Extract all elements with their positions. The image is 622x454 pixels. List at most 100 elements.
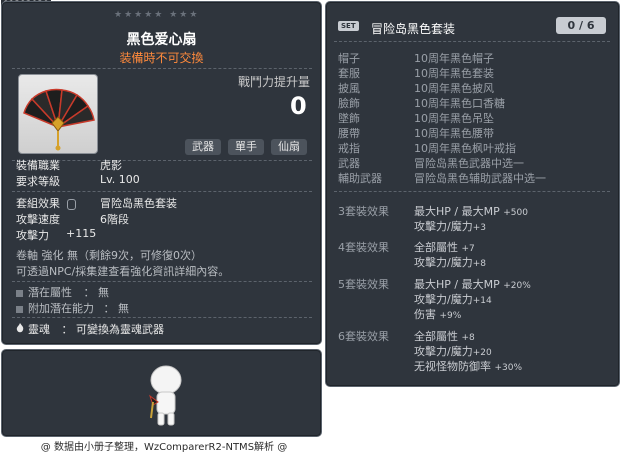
set-piece-slot: 墜飾 (338, 112, 360, 125)
set-piece-row: 腰帶 10周年黑色腰带 (338, 125, 494, 141)
soul-label: 靈魂 (28, 323, 50, 336)
bonus-text: 伤害 (414, 308, 436, 321)
set-piece-item: 10周年黑色枫叶戒指 (414, 142, 516, 155)
bonus-6-head: 6套裝效果 (338, 330, 389, 343)
star-force-stars: ★★★★★ ★★★ (114, 10, 200, 20)
tag-one-handed: 單手 (228, 139, 264, 155)
set-piece-slot: 披風 (338, 82, 360, 95)
bonus-line: 攻擊力/魔力+20 (414, 343, 492, 359)
attack-value: +115 (66, 227, 97, 240)
level-row: 要求等級 Lv. 100 (16, 173, 140, 189)
bonus-value: +8 (472, 259, 486, 269)
bonus-4-head: 4套裝效果 (338, 241, 389, 254)
divider (12, 68, 312, 69)
bonus-value: +8 (461, 333, 475, 343)
bonus-value: +30% (494, 363, 523, 373)
bonus-value: +20 (472, 348, 492, 358)
set-piece-row: 披風 10周年黑色披风 (338, 80, 494, 96)
set-piece-row: 套服 10周年黑色套装 (338, 65, 494, 81)
set-effect-label: 套組效果 (16, 197, 60, 210)
bonus-line: 攻擊力/魔力+14 (414, 291, 492, 307)
attack-label: 攻擊力 (16, 229, 49, 242)
bonus-line: 全部屬性 +8 (414, 328, 475, 344)
item-tooltip-panel: ★★★★★ ★★★ 黑色爱心扇 装備時不可交換 戰鬥力提升量 0 武器 單手 仙… (1, 1, 322, 345)
set-piece-row: 帽子 10周年黑色帽子 (338, 50, 494, 66)
divider (334, 191, 610, 192)
divider (12, 317, 312, 318)
bonus-text: 全部屬性 (414, 241, 458, 254)
divider (334, 41, 610, 42)
bonus-line: 全部屬性 +7 (414, 239, 475, 255)
tag-fan-type: 仙扇 (271, 139, 307, 155)
attack-speed-label: 攻擊速度 (16, 213, 60, 226)
potential-row: 潛在屬性 ： 無 (16, 284, 109, 300)
set-piece-slot: 戒指 (338, 142, 360, 155)
set-piece-item: 10周年黑色腰带 (414, 127, 494, 140)
potential-label: 潛在屬性 (28, 286, 72, 299)
bonus-line: 攻擊力/魔力+3 (414, 218, 486, 234)
set-piece-row: 臉飾 10周年黑色口香糖 (338, 95, 505, 111)
set-link-icon (66, 198, 76, 210)
set-piece-row: 武器 冒险岛黑色武器中选一 (338, 155, 524, 171)
bonus-line: 最大HP / 最大MP +500 (414, 203, 528, 219)
job-value: 虎影 (100, 159, 122, 172)
character-preview-panel (1, 349, 322, 437)
character-avatar (149, 365, 182, 426)
bonus-line: 攻擊力/魔力+8 (414, 254, 486, 270)
divider (12, 281, 312, 282)
bonus-value: +9% (439, 311, 462, 321)
attack-speed-value: 6階段 (100, 213, 129, 226)
bonus-line: 无视怪物防御率 +30% (414, 358, 522, 374)
soul-value: ： 可變換為靈魂武器 (61, 323, 165, 336)
set-piece-item: 冒险岛黑色武器中选一 (414, 157, 524, 170)
set-piece-row: 墜飾 10周年黑色吊坠 (338, 110, 494, 126)
potential-value: ： 無 (83, 286, 110, 299)
level-label: 要求等級 (16, 175, 60, 188)
bonus-text: 无视怪物防御率 (414, 360, 491, 373)
set-piece-item: 10周年黑色口香糖 (414, 97, 505, 110)
set-piece-slot: 臉飾 (338, 97, 360, 110)
bonus-text: 最大HP / 最大MP (414, 205, 500, 218)
attack-speed-row: 攻擊速度 6階段 (16, 211, 129, 227)
job-label: 裝備職業 (16, 159, 60, 172)
potential-icon (16, 289, 23, 297)
bonus-5-head: 5套裝效果 (338, 278, 389, 291)
set-piece-slot: 武器 (338, 157, 360, 170)
job-row: 裝備職業 虎影 (16, 157, 122, 173)
set-piece-item: 冒险岛黑色辅助武器中选一 (414, 172, 546, 185)
scroll-info: 卷軸 強化 無（剩餘9次，可修復0次） (16, 249, 202, 262)
bonus-value: +20% (503, 281, 531, 291)
attack-row: 攻擊力 +115 (16, 227, 96, 243)
additional-potential-label: 附加潛在能力 (28, 302, 94, 315)
power-increase-label: 戰鬥力提升量 (238, 75, 311, 89)
set-effect-value: 冒险岛黑色套装 (100, 197, 177, 210)
flame-icon (16, 323, 24, 333)
set-effect-row: 套組效果 冒险岛黑色套装 (16, 195, 177, 211)
bonus-value: +3 (472, 223, 486, 233)
set-badge: SET (338, 21, 359, 31)
set-piece-item: 10周年黑色吊坠 (414, 112, 494, 125)
bonus-text: 攻擊力/魔力 (414, 293, 473, 306)
additional-potential-row: 附加潛在能力 ： 無 (16, 300, 129, 316)
set-piece-row: 輔助武器 冒险岛黑色辅助武器中选一 (338, 170, 546, 186)
power-increase-value: 0 (290, 92, 307, 120)
bonus-3-head: 3套裝效果 (338, 205, 389, 218)
bonus-value: +14 (472, 296, 492, 306)
set-piece-item: 10周年黑色披风 (414, 82, 494, 95)
divider (12, 191, 312, 192)
set-piece-item: 10周年黑色帽子 (414, 52, 494, 65)
bonus-text: 攻擊力/魔力 (414, 345, 473, 358)
bonus-text: 最大HP / 最大MP (414, 278, 500, 291)
set-piece-slot: 腰帶 (338, 127, 360, 140)
bonus-line: 最大HP / 最大MP +20% (414, 276, 531, 292)
bonus-text: 攻擊力/魔力 (414, 220, 473, 233)
set-piece-count: 0 / 6 (556, 17, 606, 34)
item-icon-frame (18, 74, 98, 154)
bonus-value: +500 (503, 208, 528, 218)
set-effect-panel: SET 冒险岛黑色套装 0 / 6 帽子 10周年黑色帽子 套服 10周年黑色套装 … (325, 1, 620, 387)
bonus-text: 全部屬性 (414, 330, 458, 343)
additional-potential-icon (16, 305, 23, 313)
set-piece-slot: 套服 (338, 67, 360, 80)
bonus-value: +7 (461, 244, 475, 254)
trade-restriction: 装備時不可交換 (119, 51, 204, 65)
